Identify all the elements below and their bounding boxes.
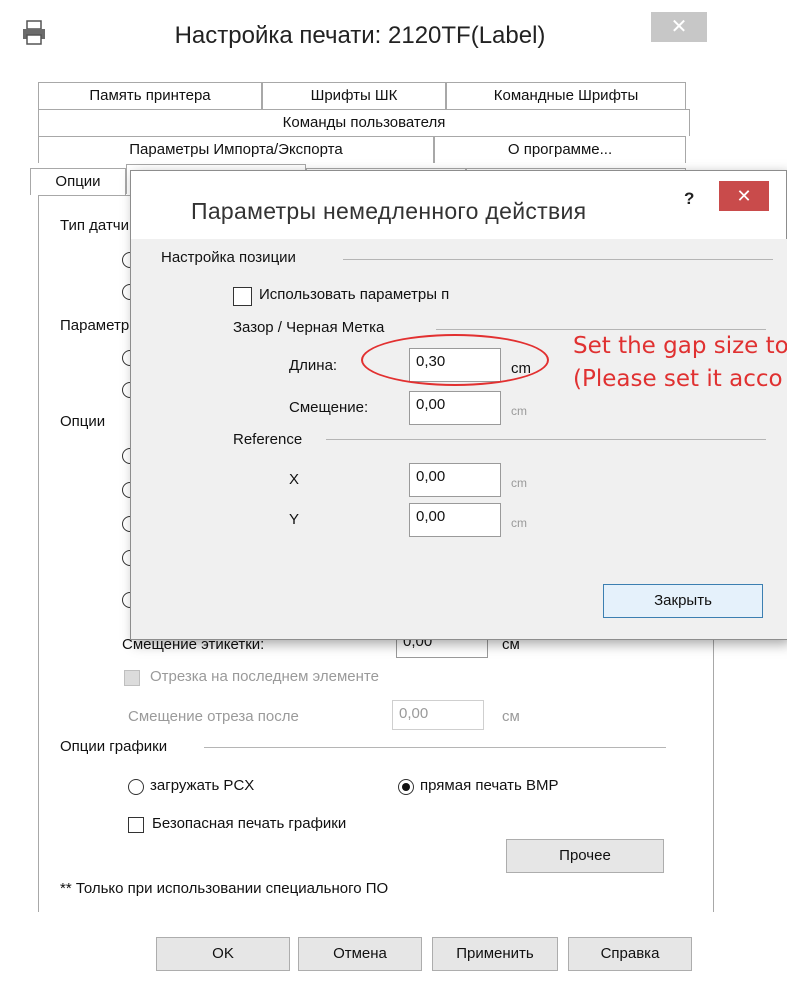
cut-offset-field[interactable]: 0,00 (392, 700, 484, 730)
params-label: Параметры (60, 317, 140, 334)
tab-user-commands[interactable]: Команды пользователя (38, 109, 690, 136)
cut-offset-unit: см (502, 708, 520, 725)
secure-graphics-checkbox[interactable] (128, 817, 144, 833)
reference-group-label: Reference (233, 431, 303, 448)
cut-offset-label: Смещение отреза после (128, 708, 299, 725)
reference-group-divider (326, 439, 766, 440)
position-group-divider (343, 259, 773, 260)
y-label: Y (289, 511, 300, 528)
use-params-checkbox[interactable] (233, 287, 252, 306)
immediate-params-dialog: Параметры немедленного действия ? ✕ Наст… (130, 170, 787, 640)
radio-direct-bmp[interactable] (398, 779, 414, 795)
offset-input[interactable]: 0,00 (409, 391, 501, 425)
footnote-text: ** Только при использовании специального… (60, 880, 389, 897)
y-unit: cm (511, 516, 527, 530)
position-group-label: Настройка позиции (161, 249, 296, 266)
annotation-line-1: Set the gap size to (573, 333, 787, 359)
dialog-title: Параметры немедленного действия (191, 198, 587, 224)
graphics-options-label: Опции графики (60, 738, 168, 755)
use-params-label: Использовать параметры п (259, 286, 450, 303)
annotation-line-2: (Please set it acco (573, 366, 783, 392)
tab-printer-memory[interactable]: Память принтера (38, 82, 262, 109)
tab-about[interactable]: О программе... (434, 136, 686, 163)
x-input[interactable]: 0,00 (409, 463, 501, 497)
tab-options[interactable]: Опции (30, 168, 126, 195)
dialog-close-action-button[interactable]: Закрыть (603, 584, 763, 618)
other-button[interactable]: Прочее (506, 839, 664, 873)
dialog-close-button[interactable]: ✕ (719, 181, 769, 211)
annotation-ellipse (361, 334, 549, 386)
y-input[interactable]: 0,00 (409, 503, 501, 537)
x-label: X (289, 471, 300, 488)
radio-load-pcx-label: загружать PCX (150, 777, 255, 794)
graphics-options-divider (204, 747, 666, 748)
offset-label: Смещение: (289, 399, 369, 416)
x-unit: cm (511, 476, 527, 490)
radio-direct-bmp-label: прямая печать BMP (420, 777, 559, 794)
help-button[interactable]: Справка (568, 937, 692, 971)
dialog-help-icon[interactable]: ? (684, 189, 694, 209)
cut-last-label: Отрезка на последнем элементе (150, 668, 379, 685)
gap-group-divider (436, 329, 766, 330)
cancel-button[interactable]: Отмена (298, 937, 422, 971)
ok-button[interactable]: OK (156, 937, 290, 971)
offset-unit: cm (511, 404, 527, 418)
gap-group-label: Зазор / Черная Метка (233, 319, 385, 336)
cut-last-checkbox[interactable] (124, 670, 140, 686)
length-label: Длина: (289, 357, 338, 374)
radio-load-pcx[interactable] (128, 779, 144, 795)
window-title: Настройка печати: 2120TF(Label) (174, 22, 546, 49)
tab-import-export[interactable]: Параметры Импорта/Экспорта (38, 136, 434, 163)
dialog-body: Настройка позиции Использовать параметры… (141, 239, 787, 639)
tab-barcode-fonts[interactable]: Шрифты ШК (262, 82, 446, 109)
options-label: Опции (60, 413, 106, 430)
tab-command-fonts[interactable]: Командные Шрифты (446, 82, 686, 109)
apply-button[interactable]: Применить (432, 937, 558, 971)
window-close-button[interactable]: ✕ (651, 12, 707, 42)
secure-graphics-label: Безопасная печать графики (152, 815, 347, 832)
